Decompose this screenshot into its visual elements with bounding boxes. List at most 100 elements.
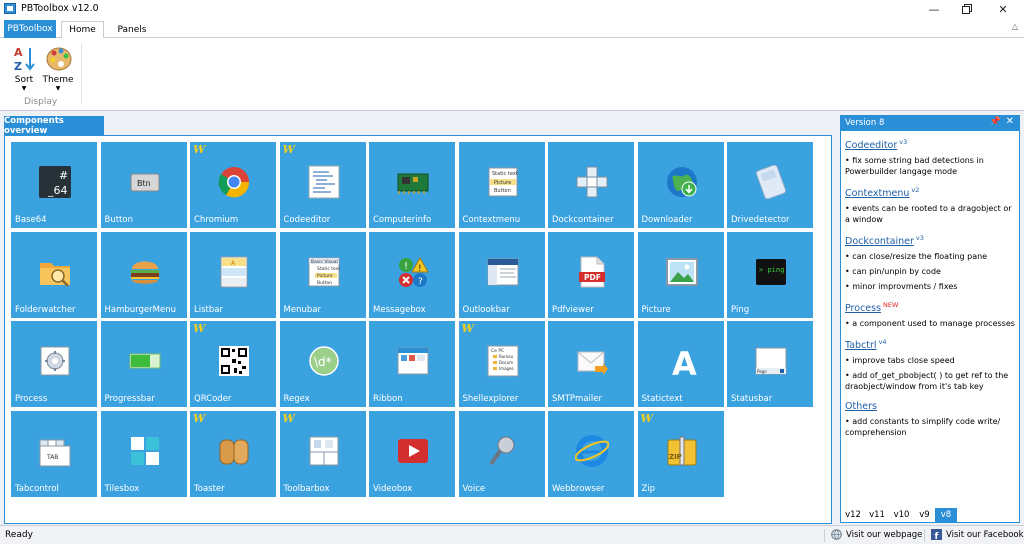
tile-button[interactable]: Btn Button: [100, 142, 187, 228]
sort-label: Sort: [14, 75, 34, 85]
components-panel: # _64 Base64 Btn Button W Chromium W Codeeditor C…: [4, 135, 832, 524]
note-item-text: add constants to simplify code write/ co…: [845, 417, 1001, 437]
qrcoder-icon: [219, 346, 249, 377]
tile-listbar[interactable]: A Listbar: [190, 231, 276, 318]
tile-pdfviewer[interactable]: PDF Pdfviewer: [548, 231, 634, 318]
close-window-button[interactable]: ✕: [988, 0, 1018, 18]
tile-statusbar[interactable]: Page Statusbar: [727, 321, 813, 408]
tile-folderwatcher[interactable]: Folderwatcher: [11, 231, 97, 318]
tile-label: Dockcontainer: [552, 215, 614, 225]
version-badge: v4: [878, 338, 887, 346]
pin-icon[interactable]: 📌: [990, 117, 1001, 127]
theme-label: Theme: [42, 75, 74, 85]
webpage-link[interactable]: Visit our webpage: [831, 529, 922, 540]
facebook-link[interactable]: f Visit our Facebook: [931, 529, 1024, 540]
tile-downloader[interactable]: Downloader: [637, 142, 724, 228]
chromium-icon: [218, 167, 250, 198]
restore-button[interactable]: [952, 0, 982, 18]
ribbon: A Z Sort ▼ Theme ▼ Display: [0, 38, 1024, 111]
tab-pbtoolbox[interactable]: PBToolbox: [4, 20, 56, 38]
tile-progressbar[interactable]: Progressbar: [100, 321, 187, 408]
tile-dockcontainer[interactable]: Dockcontainer: [548, 142, 634, 228]
outlookbar-icon: [487, 258, 518, 286]
tile-qrcoder[interactable]: W QRCoder: [190, 321, 276, 408]
svg-text:> ping: > ping: [759, 266, 784, 274]
note-item-text: events can be rooted to a dragobject or …: [845, 204, 1012, 224]
menubar-icon: Basic VisualStatic textPictureButton: [308, 257, 340, 287]
close-panel-icon[interactable]: ✕: [1006, 116, 1014, 127]
svg-text:Page: Page: [757, 369, 767, 374]
tab-home[interactable]: Home: [61, 21, 104, 39]
tile-ping[interactable]: > ping Ping: [727, 231, 813, 318]
note-item-text: add of_get_pbobject( ) to get ref to the…: [845, 371, 1009, 391]
note-item-text: fix some string bad detections in Powerb…: [845, 156, 984, 176]
tile-voice[interactable]: Voice: [458, 410, 545, 497]
version-tab-v10[interactable]: v10: [889, 508, 914, 522]
smtpmailer-icon: [577, 351, 608, 376]
note-title-link[interactable]: Codeeditor: [845, 140, 897, 151]
w-badge: W: [193, 143, 206, 156]
webpage-link-label: Visit our webpage: [846, 529, 923, 540]
tile-outlookbar[interactable]: Outlookbar: [458, 231, 545, 318]
tile-label: Process: [15, 394, 48, 405]
tile-base64[interactable]: # _64 Base64: [11, 142, 97, 228]
version-tab-v9[interactable]: v9: [914, 508, 935, 522]
tile-shellexplorer[interactable]: W Ce PC Bureau Docum Images Shellexplorer: [458, 321, 545, 408]
tile-hamburgermenu[interactable]: HamburgerMenu: [100, 231, 187, 318]
svg-text:Images: Images: [499, 366, 514, 371]
version-tab-v8[interactable]: v8: [935, 508, 957, 522]
listbar-icon: A: [220, 256, 248, 288]
tile-menubar[interactable]: Basic Visual Static text Picture Button Menu…: [279, 231, 366, 318]
note-title-link[interactable]: Tabctrl: [845, 340, 877, 351]
tile-regex[interactable]: \d* Regex: [279, 321, 366, 408]
tile-videobox[interactable]: Videobox: [369, 410, 455, 497]
note-title-link[interactable]: Others: [845, 401, 877, 412]
contextmenu-icon: Static text Picture Button: [488, 167, 517, 197]
w-badge: W: [282, 411, 295, 425]
version-tab-v11[interactable]: v11: [865, 508, 889, 522]
tab-panels[interactable]: Panels: [110, 21, 154, 38]
sort-button[interactable]: A Z Sort ▼: [8, 42, 40, 94]
tile-process[interactable]: Process: [11, 321, 97, 408]
collapse-ribbon-icon[interactable]: △: [1012, 22, 1018, 31]
version-tab-v12[interactable]: v12: [841, 508, 865, 522]
regex-icon: \d*: [308, 346, 339, 376]
tile-ribbon[interactable]: Ribbon: [369, 321, 455, 408]
theme-button[interactable]: Theme ▼: [42, 42, 74, 94]
folderwatcher-icon: [40, 262, 70, 287]
note-title-link[interactable]: Contextmenu: [845, 188, 909, 199]
shellexplorer-icon: Ce PCBureauDocumImages: [487, 345, 518, 377]
tile-codeeditor[interactable]: W Codeeditor: [279, 142, 366, 228]
tile-contextmenu[interactable]: Static text Picture Button Contextmenu: [458, 142, 545, 228]
tile-toolbarbox[interactable]: W Toolbarbox: [279, 410, 366, 497]
tile-drivedetector[interactable]: Drivedetector: [727, 142, 813, 228]
hamburgermenu-icon: [130, 261, 159, 284]
tile-picture[interactable]: Picture: [637, 231, 724, 318]
tile-label: Tilesbox: [104, 483, 140, 494]
tile-label: Outlookbar: [462, 304, 510, 315]
note-title-link[interactable]: Dockcontainer: [845, 236, 914, 247]
tile-label: SMTPmailer: [552, 394, 602, 405]
svg-text:f: f: [935, 532, 939, 540]
note-item: • minor improvments / fixes: [845, 281, 1017, 292]
status-separator: [924, 529, 925, 542]
tile-zip[interactable]: W ZIP Zip: [637, 410, 724, 497]
release-notes: Codeeditor v3 • fix some string bad detect…: [845, 138, 1017, 447]
svg-text:Button: Button: [494, 188, 511, 194]
tile-tilesbox[interactable]: Tilesbox: [100, 410, 187, 497]
svg-text:Static text: Static text: [317, 266, 340, 272]
tile-chromium[interactable]: W Chromium: [190, 142, 276, 228]
tile-smtpmailer[interactable]: SMTPmailer: [548, 321, 634, 408]
tile-label: Toolbarbox: [283, 483, 330, 494]
note-title-link[interactable]: Process: [845, 303, 881, 314]
tile-computerinfo[interactable]: Computerinfo: [369, 142, 455, 228]
svg-text:A: A: [672, 345, 697, 378]
tile-statictext[interactable]: A Statictext: [637, 321, 724, 408]
tab-components-overview[interactable]: Components overview: [4, 116, 104, 136]
tile-toaster[interactable]: W Toaster: [190, 410, 276, 497]
tile-label: Ping: [731, 304, 750, 315]
minimize-button[interactable]: —: [919, 0, 949, 18]
tile-messagebox[interactable]: !!? Messagebox: [369, 231, 455, 318]
tile-tabcontrol[interactable]: TAB Tabcontrol: [11, 410, 97, 497]
tile-webbrowser[interactable]: Webbrowser: [548, 410, 634, 497]
